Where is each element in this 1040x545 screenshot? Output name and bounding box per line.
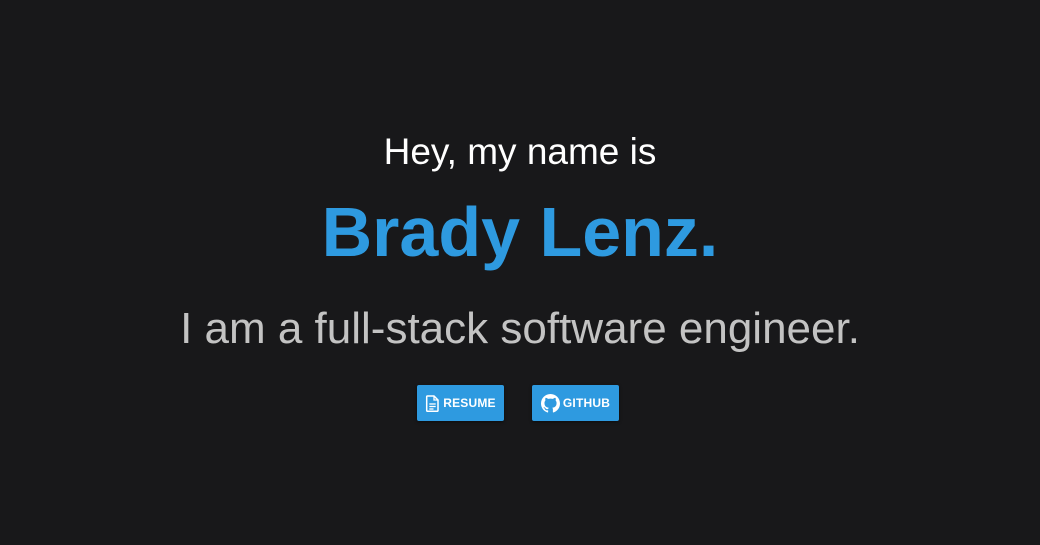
github-button[interactable]: GITHUB bbox=[532, 385, 619, 421]
hero-tagline: I am a full-stack software engineer. bbox=[180, 304, 860, 353]
resume-button-label: RESUME bbox=[443, 396, 496, 410]
github-button-label: GITHUB bbox=[562, 396, 611, 410]
landing-page: Hey, my name is Brady Lenz. I am a full-… bbox=[0, 0, 1040, 545]
intro-text: Hey, my name is bbox=[383, 131, 657, 172]
hero-name: Brady Lenz. bbox=[321, 193, 719, 271]
document-icon bbox=[425, 394, 440, 412]
github-icon bbox=[540, 393, 560, 413]
resume-button[interactable]: RESUME bbox=[417, 385, 504, 421]
